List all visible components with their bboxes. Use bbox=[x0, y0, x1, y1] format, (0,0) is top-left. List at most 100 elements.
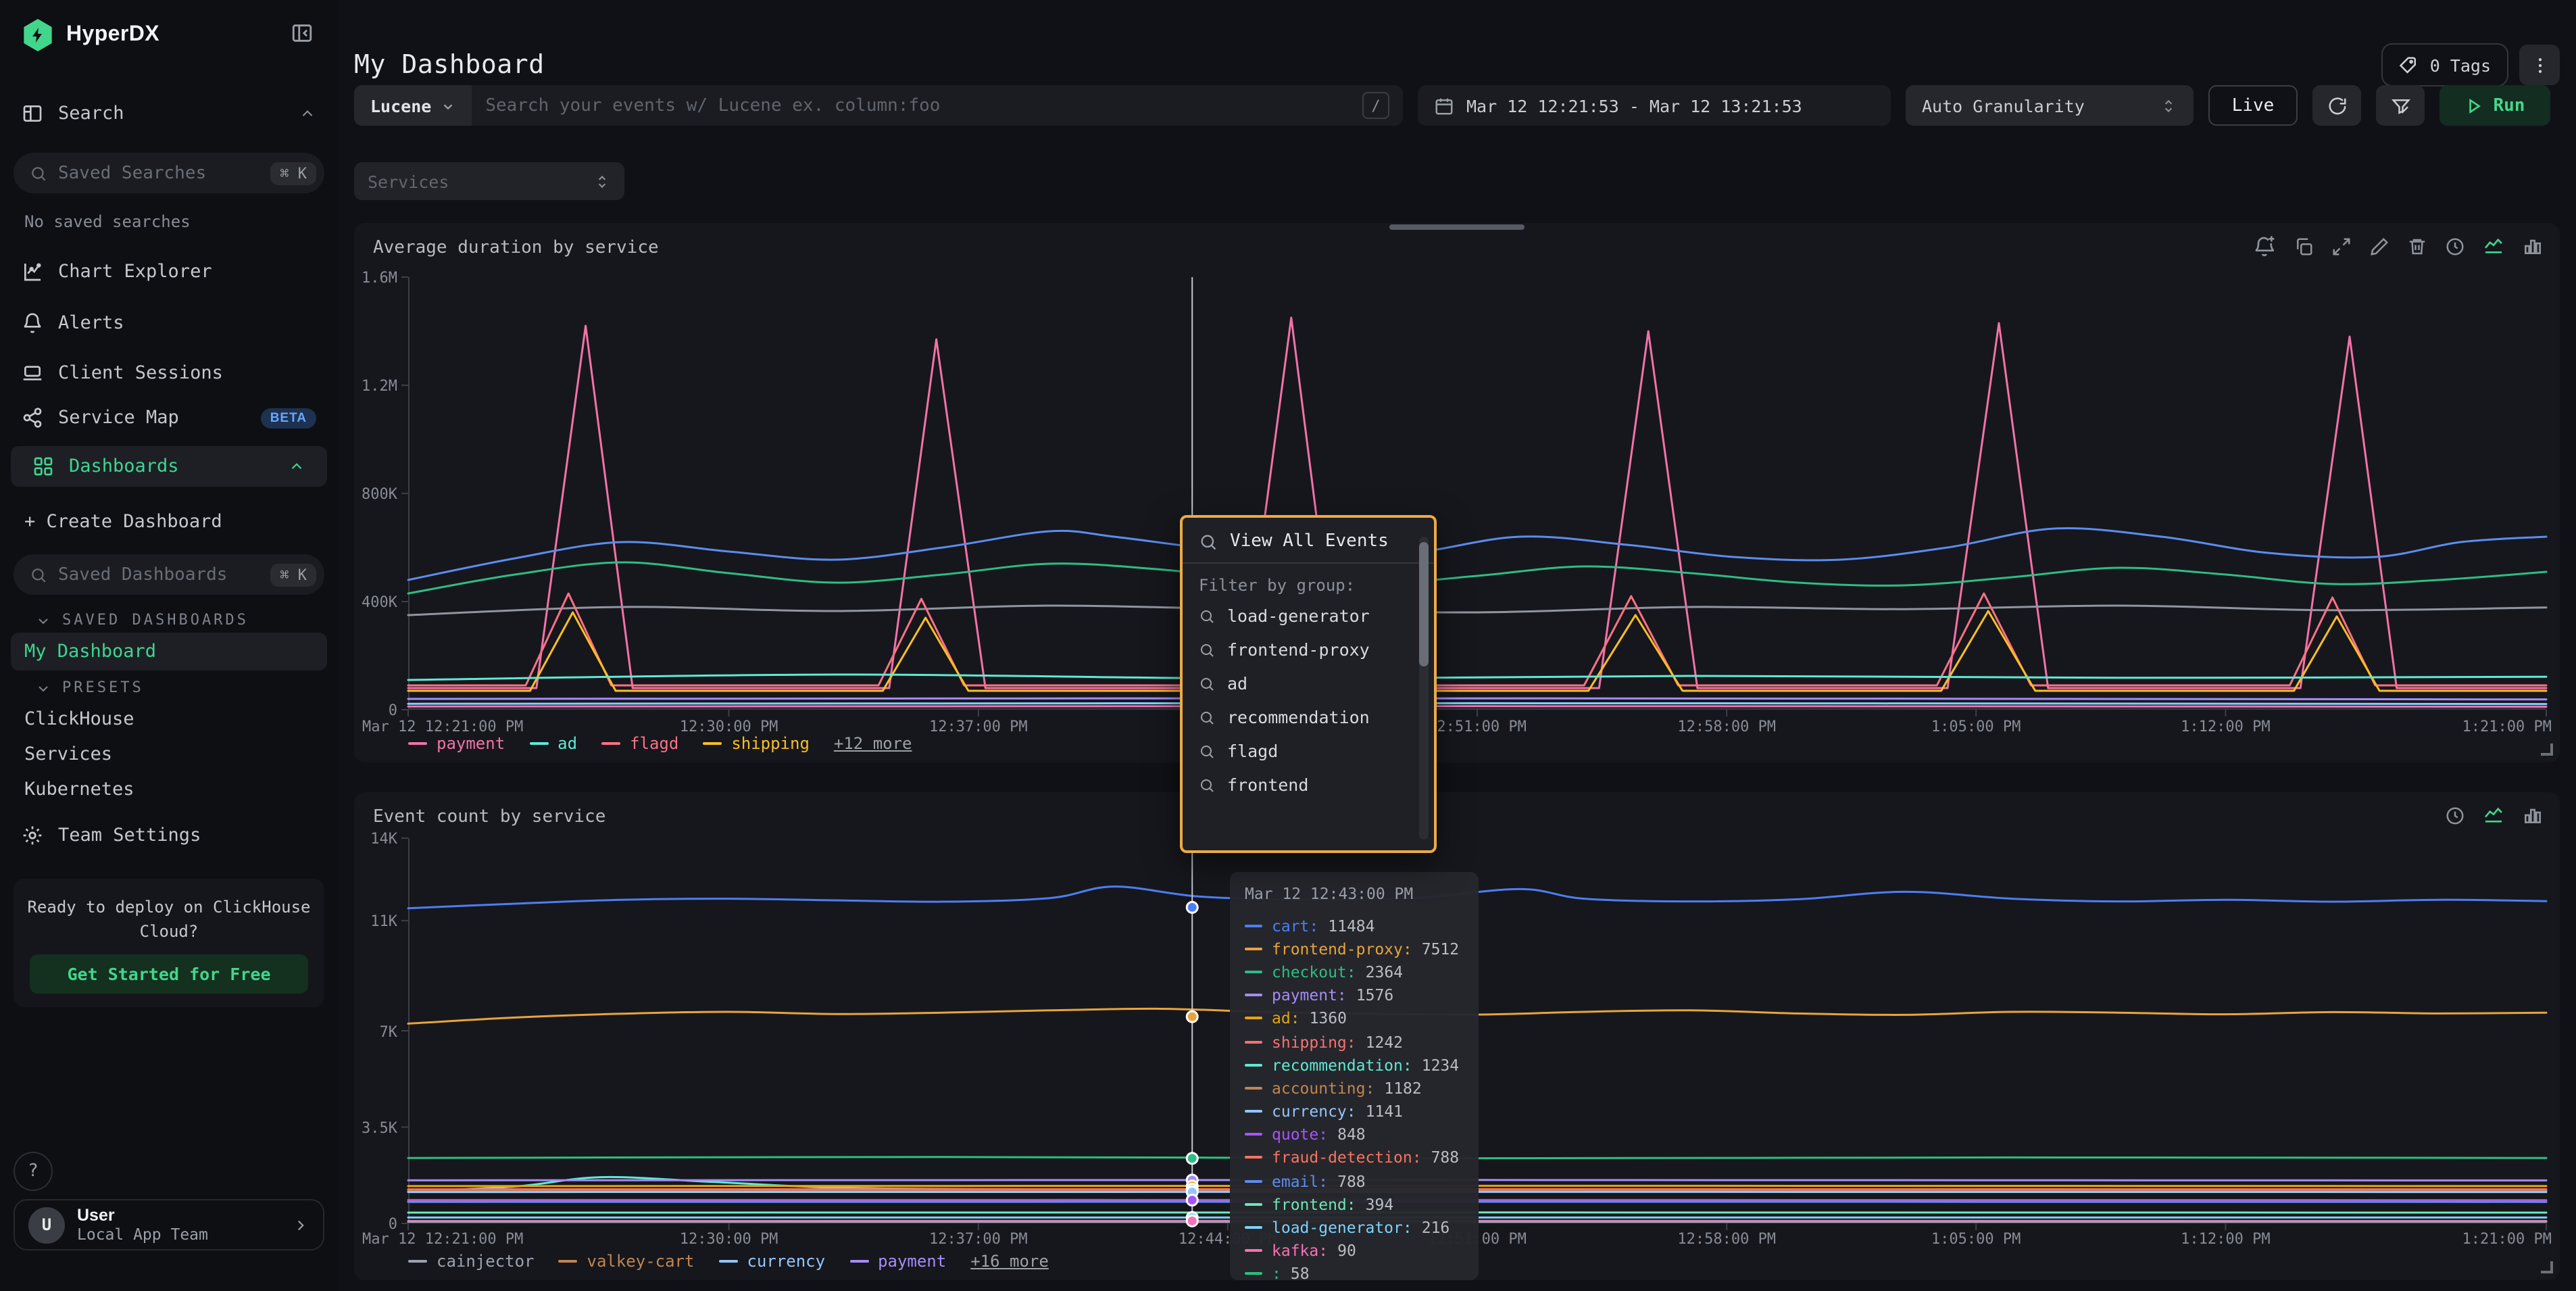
filter-edit-icon bbox=[2390, 95, 2410, 116]
create-dashboard-link[interactable]: + Create Dashboard bbox=[24, 511, 222, 533]
line-chart-toggle-icon[interactable] bbox=[2483, 235, 2504, 257]
refresh-button[interactable] bbox=[2312, 85, 2361, 126]
x-tick-label: 1:05:00 PM bbox=[1931, 1230, 2021, 1248]
panel-resize-handle[interactable] bbox=[2541, 1261, 2553, 1273]
section-saved-dashboards[interactable]: SAVED DASHBOARDS bbox=[35, 611, 249, 629]
event-search-box: Lucene Search your events w/ Lucene ex. … bbox=[354, 85, 1403, 126]
group-filter-item[interactable]: flagd bbox=[1183, 734, 1434, 768]
legend-item[interactable]: payment bbox=[849, 1252, 946, 1271]
dashboard-menu-button[interactable] bbox=[2519, 45, 2560, 85]
brand[interactable]: HyperDX bbox=[22, 19, 159, 51]
sidebar-item-search[interactable]: Search bbox=[0, 96, 338, 131]
duplicate-icon[interactable] bbox=[2294, 236, 2314, 256]
user-card[interactable]: U User Local App Team bbox=[14, 1199, 324, 1250]
brand-name: HyperDX bbox=[66, 23, 159, 47]
x-tick-label: Mar 12 12:21:00 PM bbox=[362, 1230, 523, 1248]
service-map-icon bbox=[22, 407, 43, 429]
y-tick-label: 7K bbox=[380, 1023, 398, 1040]
series-dash bbox=[1245, 1203, 1262, 1206]
tags-button[interactable]: 0 Tags bbox=[2381, 43, 2508, 87]
chevron-down-icon bbox=[35, 612, 51, 628]
section-presets[interactable]: PRESETS bbox=[35, 679, 144, 696]
series-dash bbox=[1245, 994, 1262, 996]
sidebar-item-service-map[interactable]: Service Map BETA bbox=[0, 400, 338, 435]
sidebar-collapse-icon[interactable] bbox=[291, 22, 314, 45]
sidebar-item-dashboards[interactable]: Dashboards bbox=[11, 446, 327, 487]
live-button[interactable]: Live bbox=[2208, 85, 2298, 126]
bar-chart-toggle-icon[interactable] bbox=[2522, 235, 2544, 257]
sidebar: HyperDX Search Saved Searches ⌘ K No sav… bbox=[0, 0, 339, 1291]
history-icon[interactable] bbox=[2445, 805, 2465, 825]
y-axis-labels: 0400K800K1.2M1.6M bbox=[354, 223, 400, 762]
legend-more-link[interactable]: +12 more bbox=[834, 734, 912, 753]
chart-plot-area[interactable] bbox=[408, 277, 2546, 710]
kebab-icon bbox=[2529, 55, 2550, 75]
bar-chart-toggle-icon[interactable] bbox=[2522, 804, 2544, 826]
saved-dashboards-placeholder: Saved Dashboards bbox=[58, 564, 227, 585]
sidebar-item-team-settings[interactable]: Team Settings bbox=[0, 818, 338, 853]
panel-resize-handle[interactable] bbox=[2541, 744, 2553, 756]
legend-item[interactable]: flagd bbox=[601, 734, 678, 753]
legend-item[interactable]: payment bbox=[408, 734, 505, 753]
help-button[interactable]: ? bbox=[14, 1152, 53, 1191]
y-tick-label: 400K bbox=[362, 593, 397, 611]
clickhouse-promo-card: Ready to deploy on ClickHouseCloud? Get … bbox=[14, 879, 324, 1007]
group-filter-item[interactable]: frontend-proxy bbox=[1183, 633, 1434, 666]
main-content: My Dashboard 0 Tags Lucene Search your e… bbox=[338, 0, 2576, 1291]
expand-icon[interactable] bbox=[2331, 236, 2352, 256]
search-icon bbox=[1199, 777, 1215, 793]
calendar-icon bbox=[1434, 95, 1454, 116]
saved-searches-input[interactable]: Saved Searches ⌘ K bbox=[14, 153, 324, 193]
hyperdx-logo-icon bbox=[22, 19, 54, 51]
tooltip-row: checkout: 2364 bbox=[1245, 960, 1464, 983]
event-search-input[interactable]: Search your events w/ Lucene ex. column:… bbox=[472, 85, 1403, 126]
run-button[interactable]: Run bbox=[2439, 85, 2550, 126]
edit-icon[interactable] bbox=[2369, 236, 2389, 256]
slash-shortcut-badge: / bbox=[1362, 92, 1389, 119]
no-saved-searches-text: No saved searches bbox=[24, 212, 191, 231]
legend-item[interactable]: cainjector bbox=[408, 1252, 535, 1271]
preset-kubernetes[interactable]: Kubernetes bbox=[24, 779, 134, 800]
chart-title: Average duration by service bbox=[373, 238, 659, 258]
x-tick-label: Mar 12 12:21:00 PM bbox=[362, 718, 523, 735]
series-dash bbox=[1245, 1156, 1262, 1159]
group-filter-item[interactable]: frontend bbox=[1183, 768, 1434, 802]
sidebar-item-alerts[interactable]: Alerts bbox=[0, 306, 338, 341]
app-root: HyperDX Search Saved Searches ⌘ K No sav… bbox=[0, 0, 2576, 1291]
alert-add-icon[interactable] bbox=[2254, 235, 2276, 257]
tooltip-row: accounting: 1182 bbox=[1245, 1077, 1464, 1100]
granularity-select[interactable]: Auto Granularity bbox=[1906, 85, 2194, 126]
view-all-events-item[interactable]: View All Events bbox=[1183, 518, 1434, 564]
sidebar-item-my-dashboard[interactable]: My Dashboard bbox=[11, 633, 327, 671]
legend-more-link[interactable]: +16 more bbox=[970, 1252, 1049, 1271]
popup-scrollbar[interactable] bbox=[1419, 537, 1429, 839]
legend-item[interactable]: valkey-cart bbox=[559, 1252, 695, 1271]
group-filter-item[interactable]: recommendation bbox=[1183, 700, 1434, 734]
query-language-select[interactable]: Lucene bbox=[354, 85, 472, 126]
chevron-right-icon bbox=[292, 1216, 309, 1234]
series-dash bbox=[1245, 1226, 1262, 1229]
preset-services[interactable]: Services bbox=[24, 744, 112, 765]
search-icon bbox=[1199, 743, 1215, 759]
filter-button[interactable] bbox=[2376, 85, 2425, 126]
group-filter-item[interactable]: load-generator bbox=[1183, 599, 1434, 633]
date-range-picker[interactable]: Mar 12 12:21:53 - Mar 12 13:21:53 bbox=[1418, 85, 1891, 126]
line-chart-toggle-icon[interactable] bbox=[2483, 804, 2504, 826]
search-icon bbox=[30, 566, 47, 583]
group-filter-item[interactable]: ad bbox=[1183, 666, 1434, 700]
legend-item[interactable]: currency bbox=[718, 1252, 825, 1271]
delete-icon[interactable] bbox=[2407, 236, 2427, 256]
legend-item[interactable]: ad bbox=[529, 734, 577, 753]
get-started-button[interactable]: Get Started for Free bbox=[30, 954, 308, 994]
legend-item[interactable]: shipping bbox=[703, 734, 810, 753]
series-dash bbox=[1245, 924, 1262, 927]
sidebar-item-client-sessions[interactable]: Client Sessions bbox=[0, 356, 338, 391]
panel-drag-handle[interactable] bbox=[1389, 224, 1525, 230]
history-icon[interactable] bbox=[2445, 236, 2465, 256]
services-filter-select[interactable]: Services bbox=[354, 162, 624, 200]
preset-clickhouse[interactable]: ClickHouse bbox=[24, 708, 134, 730]
y-tick-label: 1.2M bbox=[362, 377, 397, 395]
sidebar-item-chart-explorer[interactable]: Chart Explorer bbox=[0, 254, 338, 289]
tooltip-rows: cart: 11484 frontend-proxy: 7512 checkou… bbox=[1245, 914, 1464, 1280]
saved-dashboards-input[interactable]: Saved Dashboards ⌘ K bbox=[14, 554, 324, 595]
